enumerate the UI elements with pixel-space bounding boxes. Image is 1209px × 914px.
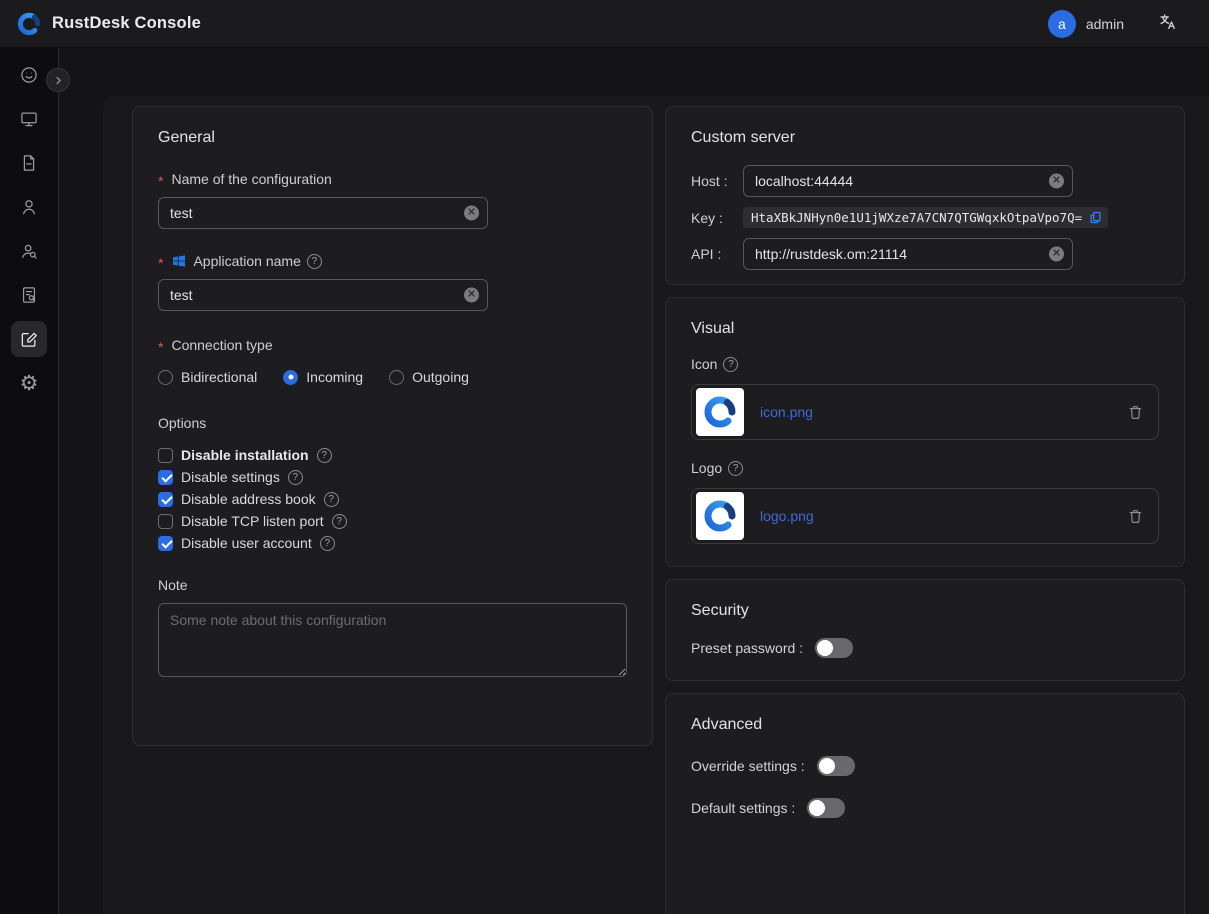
- security-title: Security: [691, 602, 1159, 620]
- help-icon[interactable]: ?: [332, 514, 347, 529]
- checkbox-disable-address-book[interactable]: Disable address book ?: [158, 491, 627, 507]
- checkbox-box[interactable]: [158, 536, 173, 551]
- sidebar-item-dashboard[interactable]: [11, 57, 47, 93]
- host-input[interactable]: [743, 165, 1073, 197]
- radio-dot[interactable]: [283, 370, 298, 385]
- sidebar-item-users[interactable]: [11, 189, 47, 225]
- host-label: Host :: [691, 173, 743, 189]
- visual-panel: Visual Icon ? icon.png: [665, 297, 1185, 567]
- trash-icon[interactable]: [1127, 404, 1144, 421]
- clear-input-icon[interactable]: ✕: [1049, 174, 1064, 189]
- windows-logo-icon: [171, 253, 187, 269]
- copy-icon[interactable]: [1088, 210, 1103, 225]
- checkbox-box[interactable]: [158, 470, 173, 485]
- help-icon[interactable]: ?: [728, 461, 743, 476]
- user-search-icon: [19, 241, 39, 261]
- connection-type-label: Connection type: [158, 337, 627, 353]
- sidebar-expand-button[interactable]: [46, 68, 70, 92]
- checkbox-box[interactable]: [158, 514, 173, 529]
- sidebar-item-documents[interactable]: [11, 145, 47, 181]
- default-settings-toggle[interactable]: [807, 798, 845, 818]
- radio-bidirectional[interactable]: Bidirectional: [158, 369, 257, 385]
- sidebar: ⚙: [0, 48, 59, 914]
- app-title: RustDesk Console: [52, 14, 201, 33]
- icon-thumbnail: [696, 388, 744, 436]
- help-icon[interactable]: ?: [320, 536, 335, 551]
- checkbox-box[interactable]: [158, 492, 173, 507]
- edit-icon: [19, 329, 39, 349]
- custom-server-panel: Custom server Host : ✕ Key : HtaXBkJNHyn…: [665, 106, 1185, 285]
- clear-input-icon[interactable]: ✕: [464, 288, 479, 303]
- help-icon[interactable]: ?: [324, 492, 339, 507]
- icon-upload-box: icon.png: [691, 384, 1159, 440]
- sidebar-item-user-search[interactable]: [11, 233, 47, 269]
- username[interactable]: admin: [1086, 16, 1124, 32]
- sidebar-item-devices[interactable]: [11, 101, 47, 137]
- general-title: General: [158, 129, 627, 147]
- server-key-value: HtaXBkJNHyn0e1U1jWXze7A7CN7QTGWqxkOtpaVp…: [743, 207, 1108, 228]
- clear-input-icon[interactable]: ✕: [1049, 247, 1064, 262]
- translate-icon[interactable]: [1158, 12, 1177, 36]
- options-list: Disable installation ? Disable settings …: [158, 447, 627, 551]
- icon-file-link[interactable]: icon.png: [760, 404, 813, 420]
- radio-incoming[interactable]: Incoming: [283, 369, 363, 385]
- key-label: Key :: [691, 210, 743, 226]
- sidebar-item-custom-client[interactable]: [11, 321, 47, 357]
- general-panel: General Name of the configuration ✕ Appl…: [132, 106, 653, 746]
- override-settings-toggle[interactable]: [817, 756, 855, 776]
- sidebar-item-settings[interactable]: ⚙: [11, 365, 47, 401]
- checkbox-disable-user-account[interactable]: Disable user account ?: [158, 535, 627, 551]
- config-name-label: Name of the configuration: [158, 171, 627, 187]
- default-settings-label: Default settings :: [691, 800, 795, 816]
- advanced-panel: Advanced Override settings : Default set…: [665, 693, 1185, 914]
- monitor-icon: [19, 109, 39, 129]
- radio-outgoing[interactable]: Outgoing: [389, 369, 469, 385]
- connection-type-group: Bidirectional Incoming Outgoing: [158, 369, 627, 385]
- options-label: Options: [158, 415, 627, 431]
- help-icon[interactable]: ?: [288, 470, 303, 485]
- brand: RustDesk Console: [16, 11, 201, 37]
- config-name-input[interactable]: [158, 197, 488, 229]
- user-icon: [19, 197, 39, 217]
- checkbox-disable-installation[interactable]: Disable installation ?: [158, 447, 627, 463]
- logo-file-link[interactable]: logo.png: [760, 508, 814, 524]
- advanced-title: Advanced: [691, 716, 1159, 734]
- help-icon[interactable]: ?: [317, 448, 332, 463]
- rustdesk-logo-icon: [16, 11, 42, 37]
- trash-icon[interactable]: [1127, 508, 1144, 525]
- smiley-icon: [19, 65, 39, 85]
- gear-icon: ⚙: [20, 373, 39, 394]
- api-label: API :: [691, 246, 743, 262]
- visual-title: Visual: [691, 320, 1159, 338]
- api-input[interactable]: [743, 238, 1073, 270]
- override-settings-label: Override settings :: [691, 758, 805, 774]
- checkbox-disable-tcp-listen-port[interactable]: Disable TCP listen port ?: [158, 513, 627, 529]
- chevron-right-icon: [53, 75, 64, 86]
- avatar[interactable]: a: [1048, 10, 1076, 38]
- logo-thumbnail: [696, 492, 744, 540]
- sidebar-item-audit[interactable]: [11, 277, 47, 313]
- main-content: General Name of the configuration ✕ Appl…: [103, 96, 1209, 914]
- app-name-input[interactable]: [158, 279, 488, 311]
- preset-password-label: Preset password :: [691, 640, 803, 656]
- checkbox-disable-settings[interactable]: Disable settings ?: [158, 469, 627, 485]
- document-icon: [19, 153, 39, 173]
- logo-upload-box: logo.png: [691, 488, 1159, 544]
- help-icon[interactable]: ?: [307, 254, 322, 269]
- note-label: Note: [158, 577, 627, 593]
- note-textarea[interactable]: [158, 603, 627, 677]
- logo-label: Logo ?: [691, 460, 1159, 476]
- preset-password-toggle[interactable]: [815, 638, 853, 658]
- document-search-icon: [19, 285, 39, 305]
- radio-dot[interactable]: [158, 370, 173, 385]
- app-header: RustDesk Console a admin: [0, 0, 1209, 48]
- clear-input-icon[interactable]: ✕: [464, 206, 479, 221]
- help-icon[interactable]: ?: [723, 357, 738, 372]
- app-name-label: Application name ?: [158, 253, 627, 269]
- security-panel: Security Preset password :: [665, 579, 1185, 681]
- custom-server-title: Custom server: [691, 129, 1159, 147]
- radio-dot[interactable]: [389, 370, 404, 385]
- icon-label: Icon ?: [691, 356, 1159, 372]
- checkbox-box[interactable]: [158, 448, 173, 463]
